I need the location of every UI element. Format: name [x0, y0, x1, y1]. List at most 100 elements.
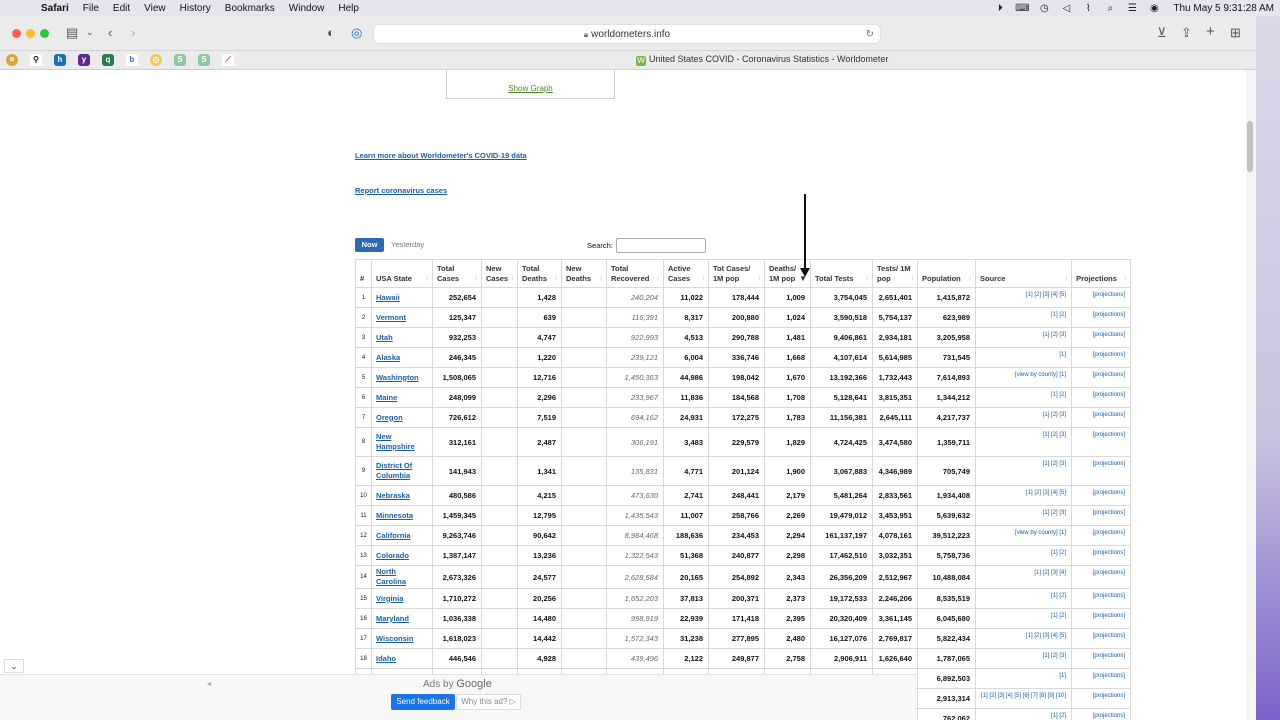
new-tab-icon[interactable]: +: [1206, 23, 1215, 40]
col-total-cases[interactable]: Total Cases ↕: [432, 259, 482, 288]
wifi-off-icon[interactable]: ⌇: [1077, 3, 1099, 14]
state-link[interactable]: Nebraska: [376, 491, 410, 500]
favorite-hp-icon[interactable]: h: [54, 54, 66, 66]
col-new-deaths[interactable]: New Deaths ↕: [561, 259, 607, 288]
col-total-tests[interactable]: Total Tests ↕: [810, 259, 873, 288]
source-links[interactable]: [1] [2]: [974, 708, 1073, 720]
source-links[interactable]: [1] [2]: [974, 545, 1073, 566]
menu-clock[interactable]: Thu May 5 9:31:28 AM: [1165, 3, 1274, 14]
projections-link[interactable]: [projections]: [1071, 427, 1132, 457]
show-graph-link[interactable]: Show Graph: [508, 84, 552, 93]
favorite-chrome-icon[interactable]: ◎: [150, 54, 162, 66]
volume-icon[interactable]: ◁: [1055, 3, 1077, 14]
source-links[interactable]: [1] [2]: [974, 588, 1073, 609]
favorite-s-icon[interactable]: S: [174, 54, 186, 66]
state-link[interactable]: District Of Columbia: [376, 461, 412, 480]
state-link[interactable]: Colorado: [376, 551, 409, 560]
col-tests-per-million[interactable]: Tests/ 1M pop ↕: [872, 259, 918, 288]
source-links[interactable]: [view by county] [1]: [974, 367, 1073, 388]
projections-link[interactable]: [projections]: [1071, 565, 1132, 589]
source-links[interactable]: [1]: [974, 668, 1073, 689]
source-links[interactable]: [1] [2] [3] [4] [5]: [974, 485, 1073, 506]
projections-link[interactable]: [projections]: [1071, 307, 1132, 328]
collapse-ad-icon[interactable]: ⌄: [4, 659, 24, 673]
source-links[interactable]: [1] [2] [3] [4] [5] [6] [7] [8] [9] [10]: [974, 688, 1073, 709]
state-link[interactable]: Wisconsin: [376, 634, 413, 643]
menu-app-name[interactable]: Safari: [34, 3, 76, 14]
state-link[interactable]: Washington: [376, 373, 419, 382]
source-links[interactable]: [view by county] [1]: [974, 525, 1073, 546]
favorite-bing-icon[interactable]: b: [126, 54, 138, 66]
tab-overview-icon[interactable]: ⊞: [1230, 25, 1241, 41]
source-links[interactable]: [1] [2] [3]: [974, 427, 1073, 457]
col-source[interactable]: Source ↕: [974, 259, 1073, 288]
search-input[interactable]: [616, 238, 706, 253]
projections-link[interactable]: [projections]: [1071, 456, 1132, 486]
source-links[interactable]: [1] [2] [3]: [974, 648, 1073, 669]
projections-link[interactable]: [projections]: [1071, 588, 1132, 609]
search-icon[interactable]: ⌕: [1099, 3, 1121, 14]
projections-link[interactable]: [projections]: [1071, 608, 1132, 629]
menu-bookmarks[interactable]: Bookmarks: [218, 3, 282, 14]
time-machine-icon[interactable]: ◷: [1033, 3, 1055, 14]
share-icon[interactable]: ⇪: [1181, 25, 1192, 41]
state-link[interactable]: Hawaii: [376, 293, 400, 302]
source-links[interactable]: [1]: [974, 347, 1073, 368]
state-link[interactable]: Maryland: [376, 614, 409, 623]
menu-history[interactable]: History: [173, 3, 218, 14]
col-projections[interactable]: Projections ↕: [1071, 259, 1132, 288]
state-link[interactable]: California: [376, 531, 411, 540]
user-icon[interactable]: ◉: [1143, 3, 1165, 14]
privacy-shield-icon[interactable]: ◐: [327, 25, 335, 40]
download-icon[interactable]: ⊻: [1157, 25, 1167, 41]
ad-choices-icon[interactable]: ◂: [207, 679, 211, 688]
projections-link[interactable]: [projections]: [1071, 648, 1132, 669]
favorite-coin-icon[interactable]: ¤: [6, 54, 18, 66]
state-link[interactable]: Minnesota: [376, 511, 413, 520]
projections-link[interactable]: [projections]: [1071, 688, 1132, 709]
report-cases-link[interactable]: Report coronavirus cases: [355, 186, 447, 195]
favorite-yahoo-icon[interactable]: y: [78, 54, 90, 66]
keyboard-icon[interactable]: ⌨: [1011, 3, 1033, 14]
col-cases-per-million[interactable]: Tot Cases/ 1M pop ↕: [708, 259, 765, 288]
tab-title[interactable]: W United States COVID - Coronavirus Stati…: [636, 54, 888, 66]
projections-link[interactable]: [projections]: [1071, 327, 1132, 348]
projections-link[interactable]: [projections]: [1071, 505, 1132, 526]
why-this-ad-button[interactable]: Why this ad? ▷: [456, 694, 521, 710]
zoom-window-button[interactable]: [40, 29, 49, 38]
col-state[interactable]: USA State ↕: [371, 259, 433, 288]
col-total-deaths[interactable]: Total Deaths ↕: [517, 259, 562, 288]
scrollbar-thumb[interactable]: [1247, 121, 1253, 172]
source-links[interactable]: [1] [2] [3]: [974, 327, 1073, 348]
menu-file[interactable]: File: [76, 3, 106, 14]
menu-help[interactable]: Help: [331, 3, 366, 14]
control-center-icon[interactable]: ☰: [1121, 3, 1143, 14]
projections-link[interactable]: [projections]: [1071, 407, 1132, 428]
projections-link[interactable]: [projections]: [1071, 708, 1132, 720]
col-rank[interactable]: #: [355, 259, 372, 288]
projections-link[interactable]: [projections]: [1071, 347, 1132, 368]
projections-link[interactable]: [projections]: [1071, 367, 1132, 388]
projections-link[interactable]: [projections]: [1071, 387, 1132, 408]
source-links[interactable]: [1] [2] [3] [4] [5]: [974, 628, 1073, 649]
favorite-pinwheel-icon[interactable]: ⟋: [222, 54, 234, 66]
state-link[interactable]: Oregon: [376, 413, 403, 422]
state-link[interactable]: Maine: [376, 393, 397, 402]
state-link[interactable]: Virginia: [376, 594, 403, 603]
play-icon[interactable]: ⏵: [989, 3, 1011, 14]
yesterday-tab[interactable]: Yesterday: [391, 238, 424, 252]
col-population[interactable]: Population ↕: [917, 259, 976, 288]
send-feedback-button[interactable]: Send feedback: [391, 694, 455, 710]
projections-link[interactable]: [projections]: [1071, 545, 1132, 566]
source-links[interactable]: [1] [2]: [974, 307, 1073, 328]
menu-edit[interactable]: Edit: [106, 3, 137, 14]
reload-icon[interactable]: ↻: [866, 25, 874, 44]
state-link[interactable]: North Carolina: [376, 567, 406, 586]
sidebar-icon[interactable]: ▤: [66, 25, 78, 41]
state-link[interactable]: Vermont: [376, 313, 406, 322]
address-bar[interactable]: 🔒︎ worldometers.info ↻: [373, 24, 881, 44]
source-links[interactable]: [1] [2] [3] [4] [5]: [974, 287, 1073, 308]
source-links[interactable]: [1] [2] [3] [4]: [974, 565, 1073, 589]
source-links[interactable]: [1] [2] [3]: [974, 505, 1073, 526]
source-links[interactable]: [1] [2] [3]: [974, 407, 1073, 428]
